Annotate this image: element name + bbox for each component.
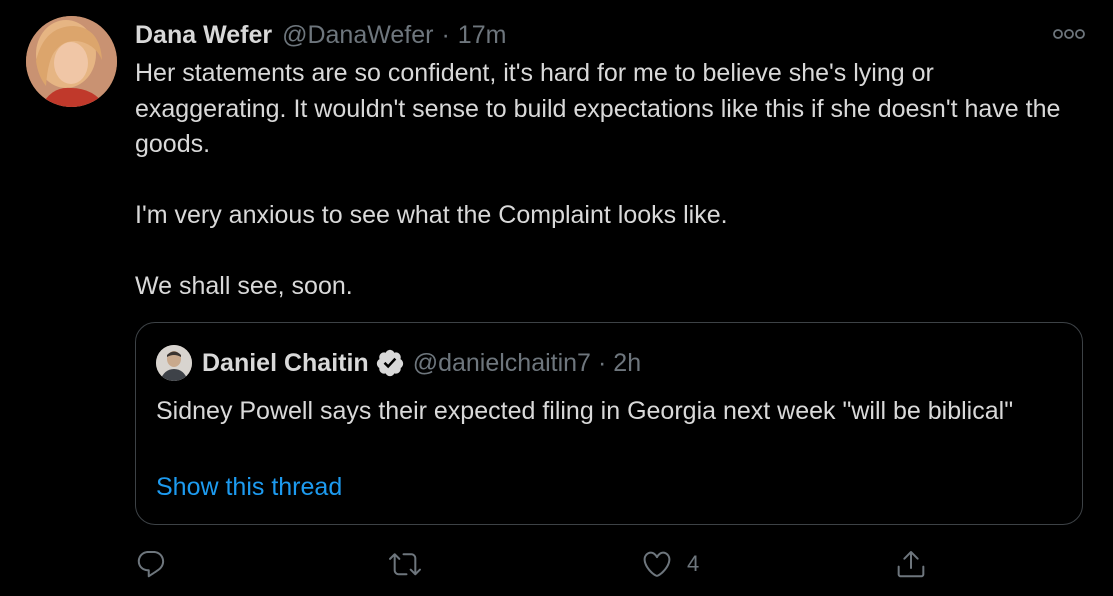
like-button[interactable]: 4 bbox=[641, 544, 699, 584]
separator-dot: · bbox=[441, 20, 450, 49]
tweet-paragraph: We shall see, soon. bbox=[135, 272, 353, 300]
tweet: Dana Wefer @DanaWefer · 17m Her statemen… bbox=[0, 0, 1113, 596]
quoted-tweet-header: Daniel Chaitin @danielchaitin7 · 2h bbox=[156, 345, 641, 381]
quoted-tweet[interactable]: Daniel Chaitin @danielchaitin7 · 2h Sidn… bbox=[135, 322, 1083, 525]
tweet-paragraph: Her statements are so confident, it's ha… bbox=[135, 59, 1061, 158]
tweet-timestamp[interactable]: 17m bbox=[458, 21, 507, 50]
verified-badge-icon bbox=[375, 348, 405, 378]
tweet-paragraph: I'm very anxious to see what the Complai… bbox=[135, 201, 728, 229]
quoted-author-display-name: Daniel Chaitin bbox=[202, 348, 369, 377]
author-handle[interactable]: @DanaWefer bbox=[282, 21, 433, 50]
quoted-tweet-text: Sidney Powell says their expected filing… bbox=[156, 397, 1014, 425]
separator-dot: · bbox=[597, 348, 607, 377]
quoted-author-handle: @danielchaitin7 bbox=[412, 348, 591, 377]
retweet-button[interactable] bbox=[389, 544, 421, 584]
share-icon bbox=[895, 548, 927, 580]
reply-icon bbox=[135, 548, 167, 580]
tweet-actions: 4 bbox=[135, 544, 935, 584]
author-display-name[interactable]: Dana Wefer bbox=[135, 21, 272, 50]
like-count: 4 bbox=[687, 551, 700, 576]
show-thread-link[interactable]: Show this thread bbox=[156, 473, 342, 502]
heart-icon bbox=[641, 548, 673, 580]
quoted-author-avatar bbox=[156, 345, 192, 381]
reply-button[interactable] bbox=[135, 544, 167, 584]
quoted-tweet-timestamp: 2h bbox=[613, 348, 642, 377]
more-options-icon[interactable] bbox=[1051, 22, 1087, 46]
retweet-icon bbox=[389, 548, 421, 580]
share-button[interactable] bbox=[895, 544, 927, 584]
tweet-header: Dana Wefer @DanaWefer · 17m bbox=[135, 18, 506, 52]
tweet-body: Her statements are so confident, it's ha… bbox=[135, 56, 1085, 305]
author-avatar[interactable] bbox=[26, 16, 117, 107]
